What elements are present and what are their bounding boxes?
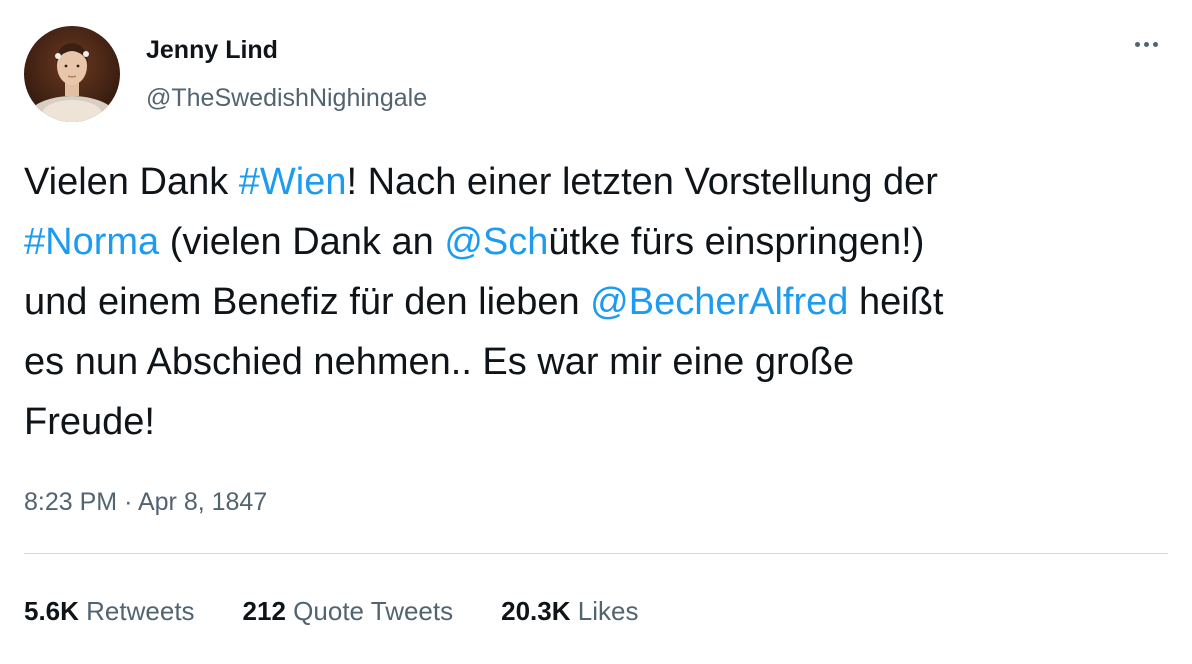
mention-becheralfred[interactable]: @BecherAlfred [590,281,848,323]
tweet-text-segment: Vielen Dank [24,161,239,203]
tweet-text-segment: ütke fürs einspringen!) [548,221,925,263]
likes-count: 20.3K [501,596,571,626]
likes-label: Likes [577,596,639,626]
quote-tweets-label: Quote Tweets [293,596,454,626]
tweet-text-segment: (vielen Dank an [159,221,445,263]
quote-tweets-count: 212 [242,596,286,626]
hashtag-norma[interactable]: #Norma [24,221,159,263]
tweet-text-segment: es nun Abschied nehmen.. Es war mir eine… [24,341,855,383]
tweet-line: Freude! [24,392,1164,452]
divider [24,553,1168,554]
mention-sch[interactable]: @Sch [444,221,548,263]
tweet-line: und einem Benefiz für den lieben @Becher… [24,272,1164,332]
tweet-date[interactable]: Apr 8, 1847 [138,488,267,516]
author-name[interactable]: Jenny Lind [146,36,278,65]
hashtag-wien[interactable]: #Wien [239,161,347,203]
likes-stat[interactable]: 20.3K Likes [501,596,638,627]
more-dot [1143,41,1149,47]
retweets-count: 5.6K [24,596,79,626]
tweet-line: es nun Abschied nehmen.. Es war mir eine… [24,332,1164,392]
tweet-stats: 5.6K Retweets 212 Quote Tweets 20.3K Lik… [24,596,638,627]
more-dot [1134,41,1140,47]
tweet-line: Vielen Dank #Wien! Nach einer letzten Vo… [24,152,1164,212]
more-dot [1152,41,1158,47]
author-avatar[interactable] [24,26,120,122]
tweet-text-segment: ! Nach einer letzten Vorstellung der [346,161,938,203]
more-options-icon[interactable] [1128,32,1164,56]
tweet-text-segment: heißt [848,281,944,323]
portrait-avatar-image [24,26,120,122]
tweet-line: #Norma (vielen Dank an @Schütke fürs ein… [24,212,1164,272]
tweet-text-segment: und einem Benefiz für den lieben [24,281,591,323]
tweet-text-segment: Freude! [24,401,155,443]
timestamp-separator: · [124,488,133,516]
author-handle[interactable]: @TheSwedishNighingale [146,84,427,113]
tweet-time[interactable]: 8:23 PM [24,488,117,516]
retweets-label: Retweets [86,596,195,626]
retweets-stat[interactable]: 5.6K Retweets [24,596,195,627]
tweet-timestamp: 8:23 PM · Apr 8, 1847 [24,488,267,517]
quote-tweets-stat[interactable]: 212 Quote Tweets [243,596,454,627]
tweet-text: Vielen Dank #Wien! Nach einer letzten Vo… [24,152,1164,452]
